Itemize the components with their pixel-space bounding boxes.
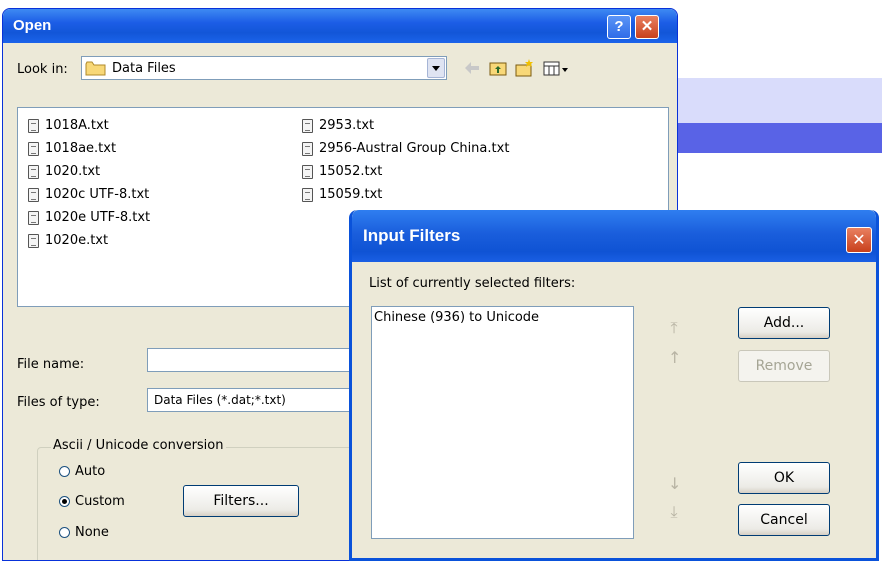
conversion-group-legend: Ascii / Unicode conversion [51,438,226,453]
file-name: 1020e.txt [45,233,109,248]
radio-label: Auto [75,464,106,479]
text-file-icon [302,188,313,202]
text-file-icon [28,211,39,225]
background-band-light [675,78,882,123]
input-filters-dialog: Input Filters ✕ List of currently select… [349,210,879,561]
close-icon[interactable]: ✕ [846,227,872,253]
filters-button[interactable]: Filters... [183,485,299,517]
remove-button[interactable]: Remove [738,350,830,382]
filters-list[interactable]: Chinese (936) to Unicode [371,306,634,539]
file-name: 15059.txt [319,187,383,202]
text-file-icon [28,188,39,202]
help-button[interactable]: ? [607,15,631,39]
input-filters-title: Input Filters [363,226,461,245]
radio-button-icon[interactable] [59,527,70,538]
views-menu-icon[interactable] [541,57,571,79]
close-button[interactable]: ✕ [635,15,659,39]
move-top-icon: ⤒ [670,318,678,337]
radio-label: None [75,525,109,540]
text-file-icon [302,165,313,179]
text-file-icon [28,142,39,156]
file-name: 1018ae.txt [45,141,117,156]
files-of-type-label: Files of type: [17,395,100,410]
file-name: 1018A.txt [45,118,109,133]
text-file-icon [28,234,39,248]
text-file-icon [28,119,39,133]
file-name: 2956-Austral Group China.txt [319,141,510,156]
text-file-icon [302,142,313,156]
file-name: 15052.txt [319,164,383,179]
look-in-label: Look in: [17,62,68,77]
file-name: 1020.txt [45,164,101,179]
move-up-icon: ↑ [668,348,682,367]
background-band-dark [675,123,882,153]
files-of-type-value: Data Files (*.dat;*.txt) [154,393,286,407]
file-name: 1020e UTF-8.txt [45,210,151,225]
open-dialog-titlebar[interactable]: Open ? ✕ [3,9,677,43]
move-bottom-icon: ⤓ [670,502,678,521]
file-name-input[interactable] [147,348,367,372]
back-arrow-icon[interactable] [461,57,483,79]
chevron-down-icon[interactable] [427,58,445,78]
files-of-type-select[interactable]: Data Files (*.dat;*.txt) [147,388,367,412]
radio-label: Custom [75,494,125,509]
look-in-value: Data Files [112,61,176,76]
text-file-icon [302,119,313,133]
cancel-button[interactable]: Cancel [738,504,830,536]
file-name: 2953.txt [319,118,375,133]
file-name-label: File name: [17,357,85,372]
input-filters-titlebar[interactable]: Input Filters ✕ [352,210,876,262]
add-button[interactable]: Add... [738,307,830,339]
text-file-icon [28,165,39,179]
look-in-combobox[interactable]: Data Files [81,56,447,80]
list-item[interactable]: Chinese (936) to Unicode [374,310,539,325]
ok-button[interactable]: OK [738,462,830,494]
move-down-icon: ↓ [668,474,682,493]
radio-button-icon[interactable] [59,466,70,477]
file-name: 1020c UTF-8.txt [45,187,150,202]
open-dialog-title: Open [13,17,52,34]
up-folder-icon[interactable] [487,57,509,79]
filters-list-label: List of currently selected filters: [369,276,576,291]
new-folder-icon[interactable] [513,57,535,79]
folder-icon [85,61,106,76]
radio-button-icon[interactable] [59,496,70,507]
